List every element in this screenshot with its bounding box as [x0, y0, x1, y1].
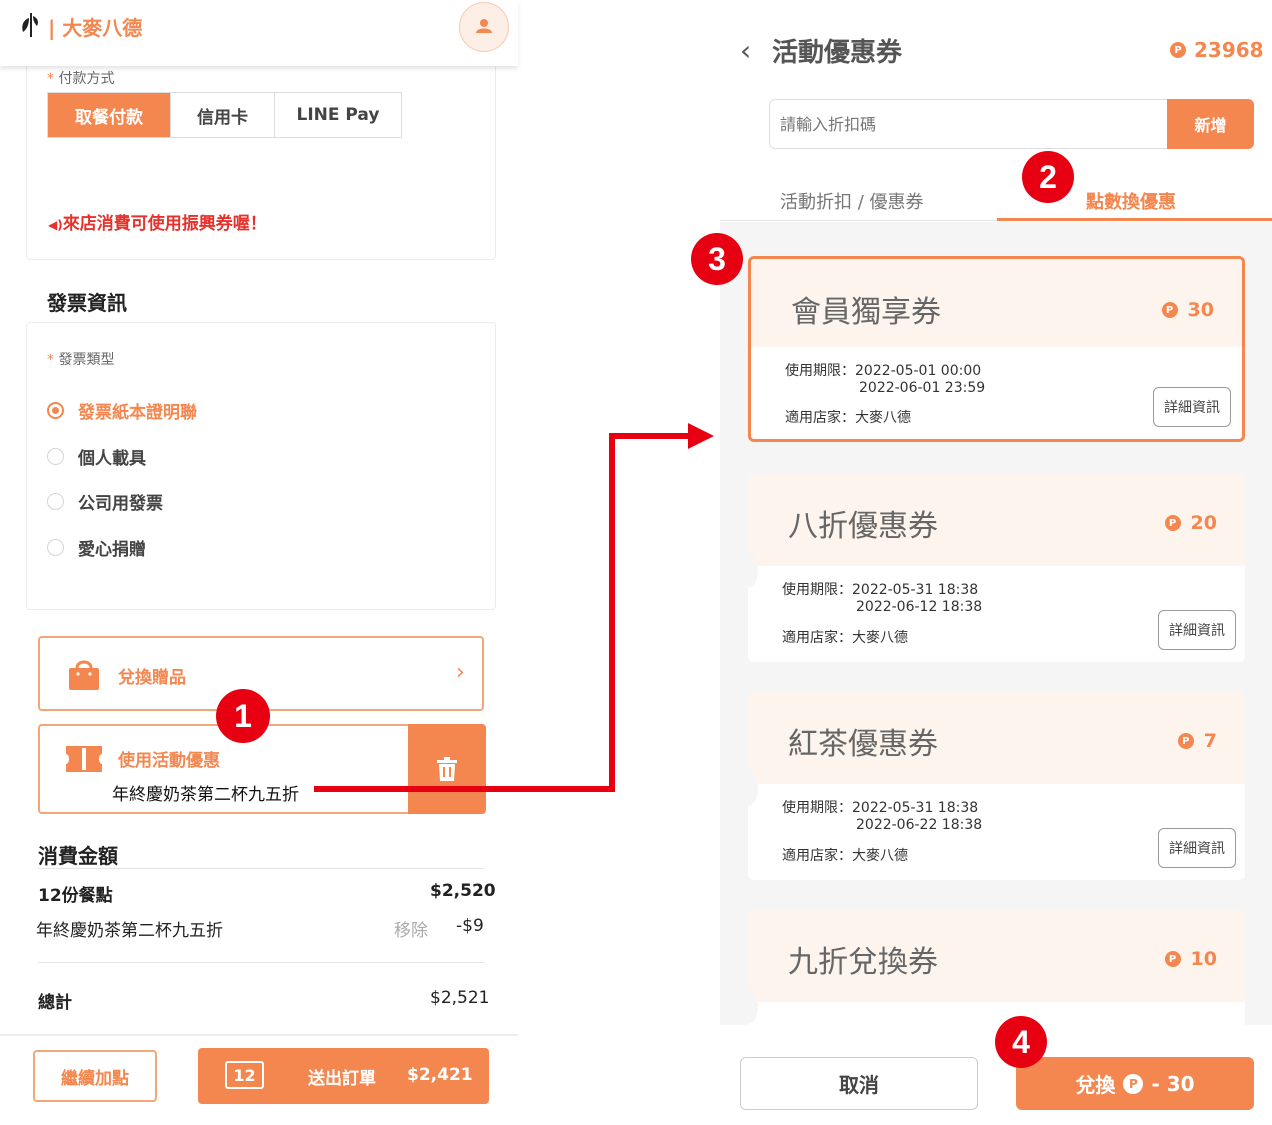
cancel-button[interactable]: 取消: [740, 1057, 978, 1110]
points-icon: P: [1164, 515, 1181, 531]
exchange-label: 兌換: [1075, 1073, 1116, 1097]
coupon-validity: 使用期限：2022-05-01 00:00 2022-06-01 23:59: [785, 363, 986, 396]
coupon-store: 適用店家：大麥八德: [782, 630, 908, 646]
coupon-store: 適用店家：大麥八德: [785, 410, 911, 426]
points-icon: P: [1161, 302, 1178, 318]
coupon-validity: 使用期限：2022-05-31 18:38 2022-06-22 18:38: [782, 800, 983, 833]
step-badge-2: 2: [1022, 151, 1074, 203]
coupon-name: 會員獨享券: [791, 295, 941, 330]
points-icon: P: [1123, 1073, 1144, 1094]
points-icon: P: [1170, 42, 1186, 58]
coupon-card-selected[interactable]: 會員獨享券 P 30 使用期限：2022-05-01 00:00 2022-06-…: [748, 256, 1245, 442]
active-tab-underline: [997, 218, 1272, 221]
coupon-points: P 10: [1164, 948, 1217, 970]
coupon-notch: [738, 988, 758, 1024]
coupon-card[interactable]: 紅茶優惠券 P7 使用期限：2022-05-31 18:38 2022-06-2…: [738, 692, 1245, 880]
coupon-name: 八折優惠券: [788, 509, 938, 544]
coupon-store: 適用店家：大麥八德: [782, 848, 908, 864]
points-icon: P: [1177, 733, 1194, 749]
coupon-details-button[interactable]: 詳細資訊: [1153, 387, 1231, 427]
coupon-name: 紅茶優惠券: [788, 727, 938, 762]
step-badge-3: 3: [691, 233, 743, 285]
tab-points-exchange[interactable]: 點數換優惠: [1086, 188, 1176, 214]
coupon-name: 九折兌換券: [788, 945, 938, 980]
coupon-page-title: 活動優惠券: [772, 38, 903, 68]
coupon-card[interactable]: 九折兌換券 P 10: [738, 910, 1245, 1025]
coupon-card[interactable]: 八折優惠券 P 20 使用期限：2022-05-31 18:38 2022-06-…: [738, 474, 1245, 662]
coupon-points: P7: [1177, 730, 1217, 752]
exchange-points: - 30: [1151, 1071, 1195, 1096]
tab-activity-coupons[interactable]: 活動折扣 / 優惠券: [780, 188, 924, 214]
coupon-notch: [738, 770, 758, 806]
points-balance: P 23968: [1170, 38, 1264, 62]
coupon-points: P 30: [1161, 299, 1214, 321]
coupon-pane: ‹ 活動優惠券 P23968 新增 活動折扣 / 優惠券 點數換優惠 會員獨享券…: [691, 0, 1272, 1125]
coupon-notch: [738, 552, 758, 588]
coupon-points: P 20: [1164, 512, 1217, 534]
discount-code-field: 新增: [769, 99, 1254, 149]
add-code-button[interactable]: 新增: [1167, 99, 1254, 149]
step-badge-4: 4: [995, 1016, 1047, 1068]
coupon-details-button[interactable]: 詳細資訊: [1158, 610, 1236, 650]
coupon-validity: 使用期限：2022-05-31 18:38 2022-06-12 18:38: [782, 582, 983, 615]
discount-code-input[interactable]: [780, 100, 1160, 148]
exchange-button[interactable]: 兌換 P - 30: [1016, 1057, 1254, 1110]
coupon-details-button[interactable]: 詳細資訊: [1158, 828, 1236, 868]
back-chevron-icon[interactable]: ‹: [740, 34, 751, 67]
points-icon: P: [1164, 951, 1181, 967]
coupon-list: 會員獨享券 P 30 使用期限：2022-05-01 00:00 2022-06-…: [720, 222, 1272, 1025]
